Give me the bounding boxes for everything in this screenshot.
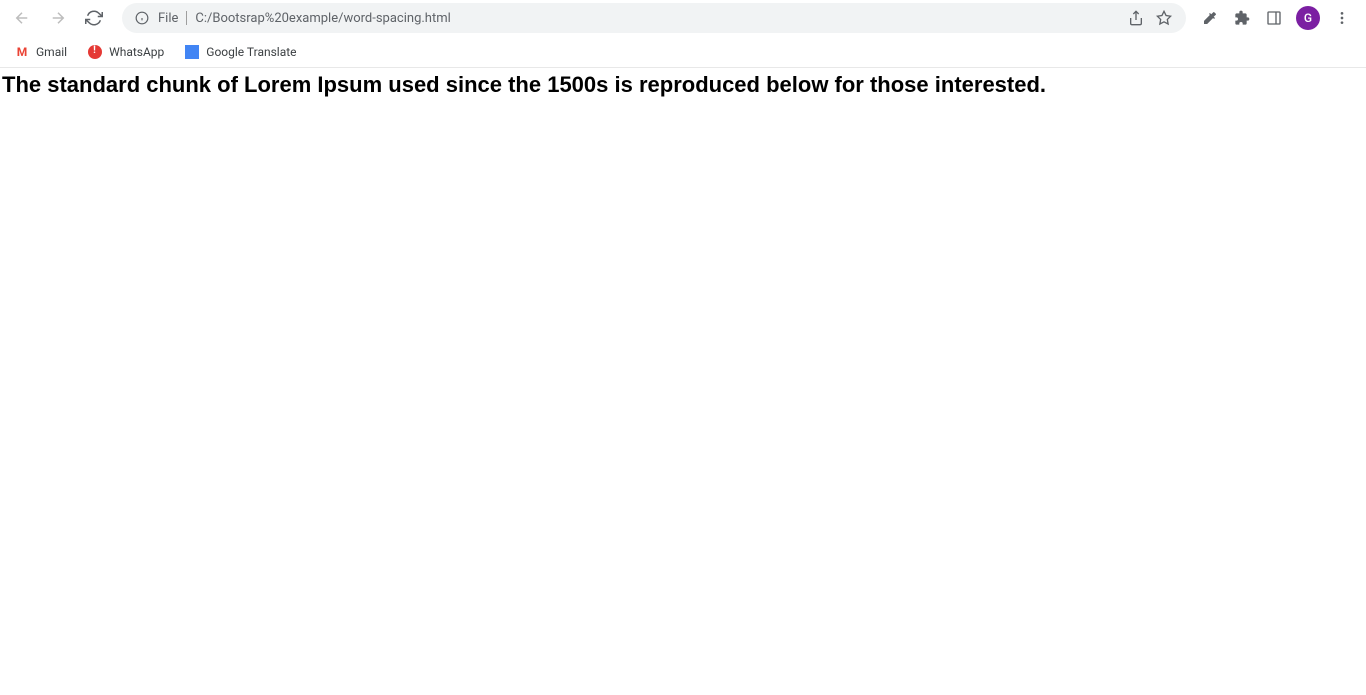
profile-letter: G	[1304, 11, 1312, 25]
bookmark-whatsapp[interactable]: WhatsApp	[87, 44, 164, 60]
info-icon[interactable]	[134, 10, 150, 26]
url-text: C:/Bootsrap%20example/word-spacing.html	[195, 11, 1118, 26]
page-content: The standard chunk of Lorem Ipsum used s…	[0, 68, 1366, 100]
share-icon[interactable]	[1126, 8, 1146, 28]
extensions-icon[interactable]	[1232, 8, 1252, 28]
bookmark-translate[interactable]: Google Translate	[184, 44, 296, 60]
translate-icon	[184, 44, 200, 60]
file-label: File	[158, 11, 178, 26]
forward-button[interactable]	[44, 4, 72, 32]
gmail-icon: M	[14, 44, 30, 60]
panel-icon[interactable]	[1264, 8, 1284, 28]
whatsapp-icon	[87, 44, 103, 60]
menu-icon[interactable]	[1332, 8, 1352, 28]
bookmarks-bar: M Gmail WhatsApp Google Translate	[0, 36, 1366, 68]
bookmark-label: WhatsApp	[109, 45, 164, 59]
browser-toolbar: File C:/Bootsrap%20example/word-spacing.…	[0, 0, 1366, 36]
bookmark-gmail[interactable]: M Gmail	[14, 44, 67, 60]
eyedropper-icon[interactable]	[1200, 8, 1220, 28]
bookmark-label: Google Translate	[206, 45, 296, 59]
reload-button[interactable]	[80, 4, 108, 32]
bookmark-star-icon[interactable]	[1154, 8, 1174, 28]
bookmark-label: Gmail	[36, 45, 67, 59]
back-button[interactable]	[8, 4, 36, 32]
page-heading: The standard chunk of Lorem Ipsum used s…	[0, 68, 1366, 100]
address-divider	[186, 11, 187, 25]
toolbar-right: G	[1200, 6, 1358, 30]
address-bar[interactable]: File C:/Bootsrap%20example/word-spacing.…	[122, 3, 1186, 33]
profile-avatar[interactable]: G	[1296, 6, 1320, 30]
